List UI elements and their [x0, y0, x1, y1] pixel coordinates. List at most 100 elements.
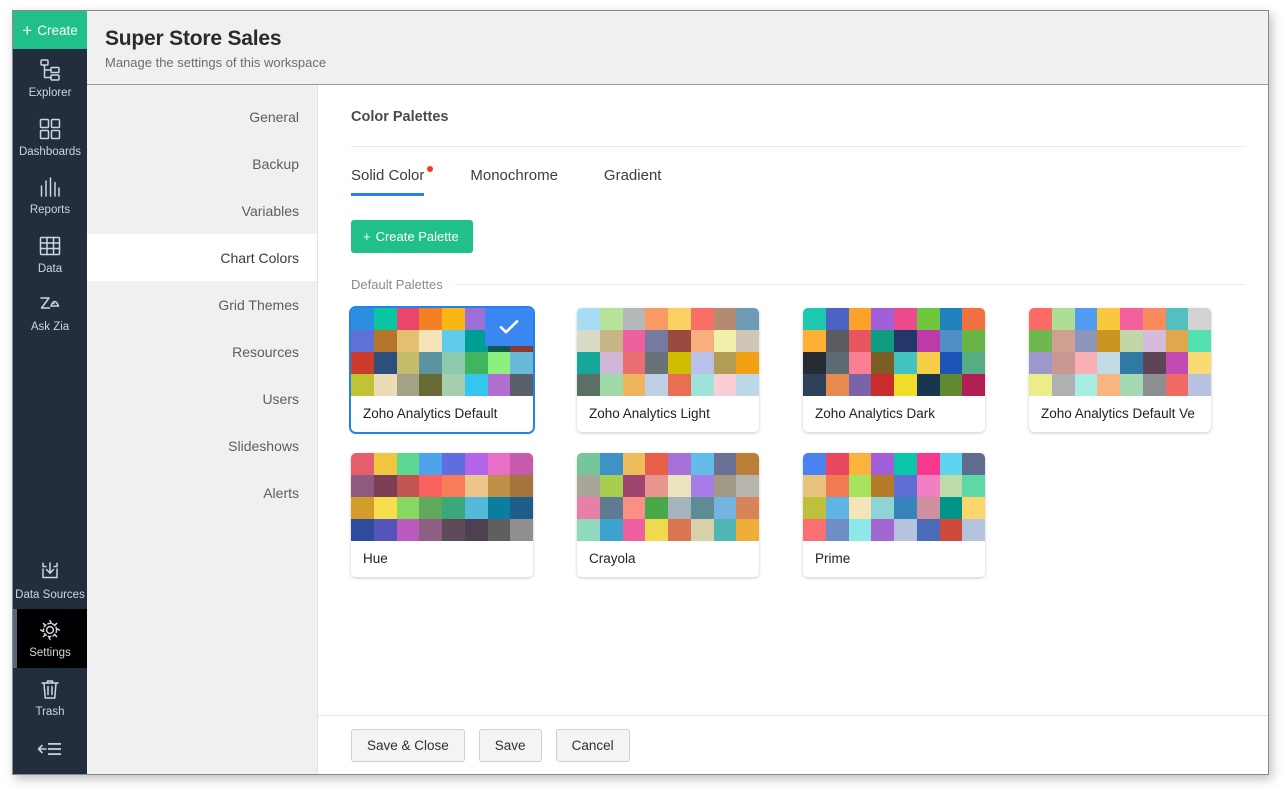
palette-swatch: [464, 497, 488, 519]
create-palette-button[interactable]: + Create Palette: [351, 220, 473, 253]
check-icon: [499, 320, 519, 334]
settings-nav-item-resources[interactable]: Resources: [87, 328, 317, 375]
palette-swatch: [916, 330, 940, 352]
collapse-sidebar-button[interactable]: [13, 726, 87, 774]
palette-swatch: [1142, 374, 1166, 396]
palette-swatch: [622, 308, 646, 330]
tab-gradient[interactable]: Gradient: [604, 167, 662, 196]
palette-swatch: [916, 308, 940, 330]
sidebar-item-settings[interactable]: Settings: [13, 609, 87, 668]
palette-swatch: [1074, 308, 1098, 330]
palette-swatch: [713, 330, 737, 352]
settings-nav-item-variables[interactable]: Variables: [87, 187, 317, 234]
create-button[interactable]: + Create: [13, 11, 87, 49]
palette-swatch: [1188, 352, 1211, 374]
settings-nav-item-chart-colors[interactable]: Chart Colors: [87, 234, 317, 281]
palette-swatch: [396, 330, 420, 352]
palette-swatch: [419, 374, 442, 396]
tab-label: Monochrome: [470, 167, 558, 184]
palette-swatch: [419, 453, 442, 475]
palette-swatch: [1074, 352, 1098, 374]
palette-card[interactable]: Zoho Analytics Default: [351, 308, 533, 432]
sidebar-item-trash[interactable]: Trash: [13, 668, 87, 727]
palette-swatch: [848, 352, 872, 374]
tab-solid-color[interactable]: Solid Color: [351, 166, 434, 196]
save-close-button[interactable]: Save & Close: [351, 728, 465, 762]
palette-card[interactable]: Crayola: [577, 453, 759, 577]
palette-swatch: [1120, 308, 1143, 330]
palette-swatches: [1029, 308, 1211, 396]
palette-swatch: [825, 330, 849, 352]
palette-swatch: [690, 453, 714, 475]
palette-swatch: [690, 308, 714, 330]
palette-swatch: [803, 497, 826, 519]
page-header: Super Store Sales Manage the settings of…: [87, 11, 1268, 85]
palette-card[interactable]: Prime: [803, 453, 985, 577]
palette-card[interactable]: Zoho Analytics Light: [577, 308, 759, 432]
palette-swatch: [645, 374, 668, 396]
sidebar-main-items: Explorer Dashboards Reports Data Ask Zia: [13, 49, 87, 342]
page-title: Super Store Sales: [105, 27, 282, 50]
sidebar-item-label: Trash: [35, 705, 65, 718]
palette-swatch: [351, 475, 374, 497]
cancel-button[interactable]: Cancel: [555, 728, 630, 762]
palette-swatch: [442, 475, 465, 497]
palette-swatch: [894, 308, 917, 330]
palette-swatch: [464, 453, 488, 475]
sidebar-item-explorer[interactable]: Explorer: [13, 49, 87, 108]
sidebar-item-reports[interactable]: Reports: [13, 166, 87, 225]
palette-swatch: [962, 475, 985, 497]
palette-swatch: [894, 374, 917, 396]
sidebar-item-data-sources[interactable]: Data Sources: [13, 551, 87, 610]
palette-swatch: [510, 352, 533, 374]
new-badge-dot: [427, 166, 434, 172]
plus-icon: +: [363, 229, 371, 244]
palette-swatch: [894, 519, 917, 541]
settings-nav-item-general[interactable]: General: [87, 93, 317, 140]
palette-swatch: [622, 453, 646, 475]
palette-swatch: [803, 475, 826, 497]
palette-swatch: [962, 330, 985, 352]
palette-card[interactable]: Zoho Analytics Default Ve: [1029, 308, 1211, 432]
settings-nav-item-backup[interactable]: Backup: [87, 140, 317, 187]
palette-grid: Zoho Analytics Default Zoho Analytics Lig…: [351, 308, 1246, 577]
palette-swatch: [419, 475, 442, 497]
palette-swatch: [668, 352, 691, 374]
palette-swatch: [396, 352, 420, 374]
palette-swatch: [962, 497, 985, 519]
settings-nav-item-users[interactable]: Users: [87, 375, 317, 422]
sidebar-item-dashboards[interactable]: Dashboards: [13, 108, 87, 167]
palette-swatch: [916, 352, 940, 374]
palette-name: Zoho Analytics Default Ve: [1029, 396, 1211, 432]
palette-swatch: [373, 519, 397, 541]
palette-swatch: [599, 497, 623, 519]
palette-swatch: [577, 308, 600, 330]
palette-card[interactable]: Zoho Analytics Dark: [803, 308, 985, 432]
tab-label: Solid Color: [351, 167, 425, 184]
tab-monochrome[interactable]: Monochrome: [470, 167, 558, 196]
palette-swatch: [916, 453, 940, 475]
palette-swatch: [871, 374, 894, 396]
palette-swatch: [1165, 330, 1189, 352]
palette-swatch: [916, 519, 940, 541]
palette-swatch: [599, 475, 623, 497]
palette-swatch: [442, 352, 465, 374]
palette-swatch: [487, 475, 511, 497]
sidebar-item-ask-zia[interactable]: Ask Zia: [13, 283, 87, 342]
palette-swatch: [577, 453, 600, 475]
palette-swatch: [894, 352, 917, 374]
settings-nav-item-alerts[interactable]: Alerts: [87, 469, 317, 516]
sidebar-item-data[interactable]: Data: [13, 225, 87, 284]
settings-nav-item-grid-themes[interactable]: Grid Themes: [87, 281, 317, 328]
palette-card[interactable]: Hue: [351, 453, 533, 577]
palette-swatch: [848, 497, 872, 519]
palette-swatch: [736, 453, 759, 475]
palette-swatch: [668, 519, 691, 541]
palette-swatch: [962, 308, 985, 330]
default-palettes-header: Default Palettes: [351, 277, 1246, 292]
save-button[interactable]: Save: [478, 728, 542, 762]
settings-nav-item-slideshows[interactable]: Slideshows: [87, 422, 317, 469]
palette-swatch: [1188, 330, 1211, 352]
sidebar-item-label: Explorer: [28, 87, 72, 99]
palette-swatch: [1029, 330, 1052, 352]
